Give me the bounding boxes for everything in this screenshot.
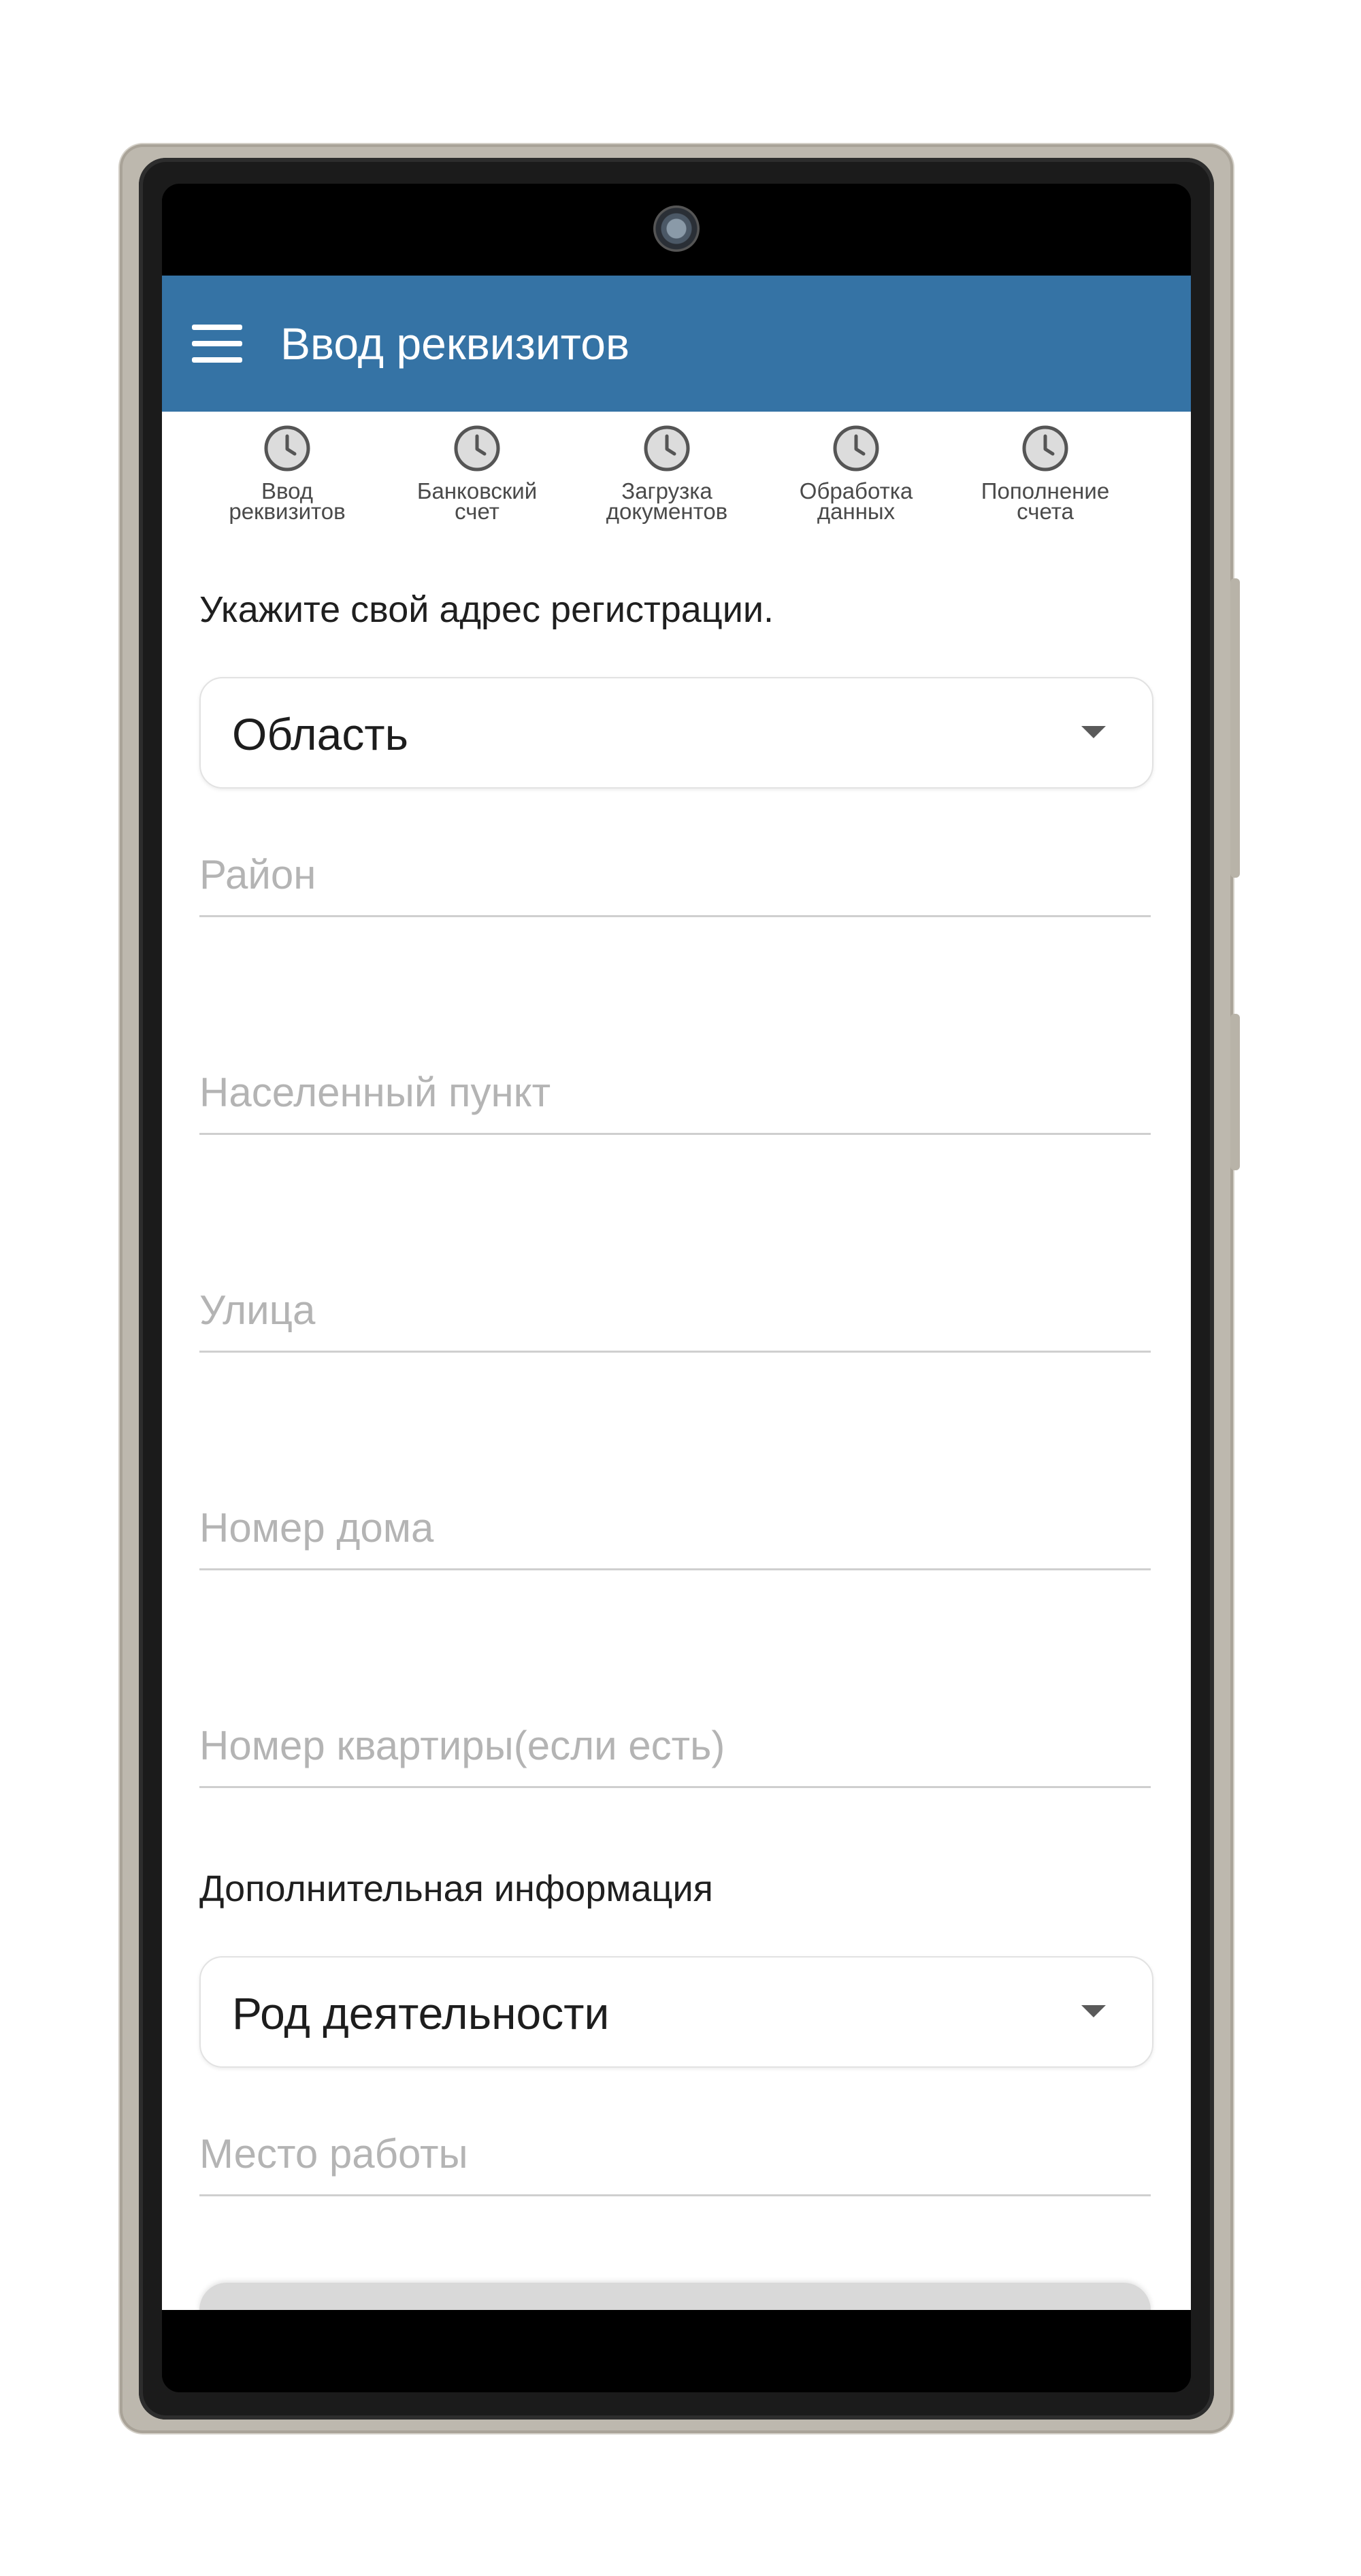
page-title: Ввод реквизитов: [280, 318, 630, 369]
step-requisites[interactable]: Ввод реквизитов: [192, 424, 382, 524]
district-input[interactable]: [199, 833, 1151, 917]
occupation-select-value: Род деятельности: [232, 1988, 610, 2038]
status-bar: [162, 184, 1191, 276]
volume-button: [1230, 1014, 1240, 1170]
step-data-processing[interactable]: Обработка данных: [761, 424, 951, 524]
clock-icon: [1022, 425, 1068, 472]
caret-down-icon: [1081, 2005, 1106, 2017]
app-bar: Ввод реквизитов: [162, 276, 1191, 412]
front-camera-icon: [653, 205, 700, 252]
clock-icon: [833, 425, 879, 472]
step-label: Загрузка документов: [606, 478, 728, 524]
occupation-select[interactable]: Род деятельности: [199, 1956, 1153, 2068]
step-label: Банковский счет: [416, 478, 538, 524]
step-label: Обработка данных: [799, 478, 913, 524]
region-select[interactable]: Область: [199, 677, 1153, 789]
app-content: Ввод реквизитов Ввод реквизитов Банковск…: [162, 276, 1191, 2310]
continue-button[interactable]: [199, 2283, 1151, 2310]
step-label: Ввод реквизитов: [229, 478, 346, 524]
house-number-input[interactable]: [199, 1487, 1151, 1570]
apartment-number-input[interactable]: [199, 1704, 1151, 1788]
step-account-topup[interactable]: Пополнение счета: [950, 424, 1141, 524]
street-input[interactable]: [199, 1269, 1151, 1353]
additional-info-heading: Дополнительная информация: [199, 1868, 713, 1909]
workplace-input[interactable]: [199, 2113, 1151, 2196]
progress-stepper: Ввод реквизитов Банковский счет Загрузка…: [162, 412, 1191, 548]
step-bank-account[interactable]: Банковский счет: [382, 424, 572, 524]
region-select-value: Область: [232, 709, 409, 759]
address-heading: Укажите свой адрес регистрации.: [199, 589, 774, 630]
clock-icon: [644, 425, 690, 472]
step-label: Пополнение счета: [981, 478, 1110, 524]
clock-icon: [264, 425, 310, 472]
device-stage: Ввод реквизитов Ввод реквизитов Банковск…: [0, 0, 1361, 2576]
caret-down-icon: [1081, 726, 1106, 738]
locality-input[interactable]: [199, 1051, 1151, 1135]
step-upload-documents[interactable]: Загрузка документов: [572, 424, 762, 524]
navigation-bar: [162, 2310, 1191, 2392]
power-button: [1230, 578, 1240, 878]
clock-icon: [454, 425, 500, 472]
phone-screen: Ввод реквизитов Ввод реквизитов Банковск…: [162, 184, 1191, 2392]
hamburger-menu-icon[interactable]: [192, 325, 242, 363]
